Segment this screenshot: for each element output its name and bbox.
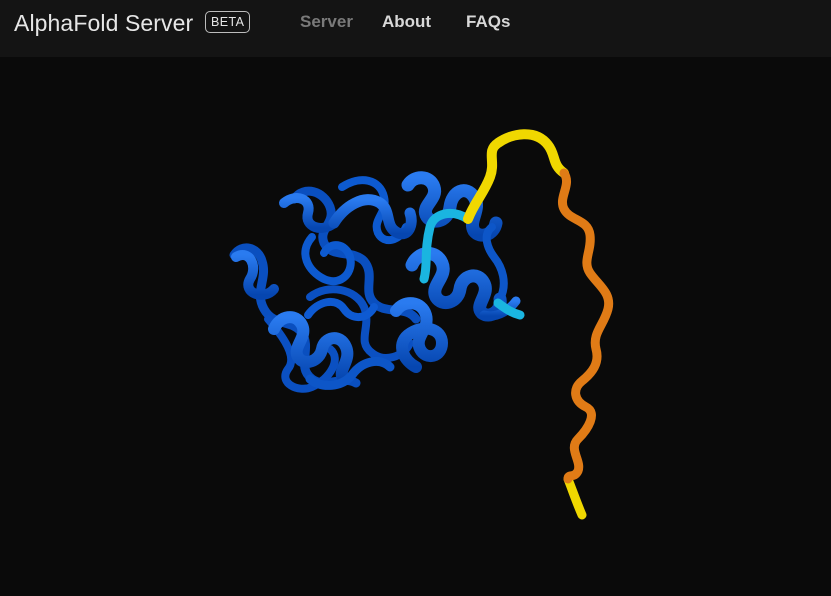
brand-title[interactable]: AlphaFold Server [14,10,193,36]
alphafold-page: AlphaFold Server BETA Server About FAQs [0,0,831,596]
top-bar: AlphaFold Server BETA Server About FAQs [0,0,831,57]
nav-faqs-link[interactable]: FAQs [466,12,510,32]
very-low-confidence-tail [558,168,614,484]
nav-about-link[interactable]: About [382,12,431,32]
structure-viewer[interactable] [12,57,831,596]
beta-badge: BETA [205,11,251,33]
protein-structure-render[interactable] [12,57,831,596]
nav-server-link[interactable]: Server [300,12,353,32]
